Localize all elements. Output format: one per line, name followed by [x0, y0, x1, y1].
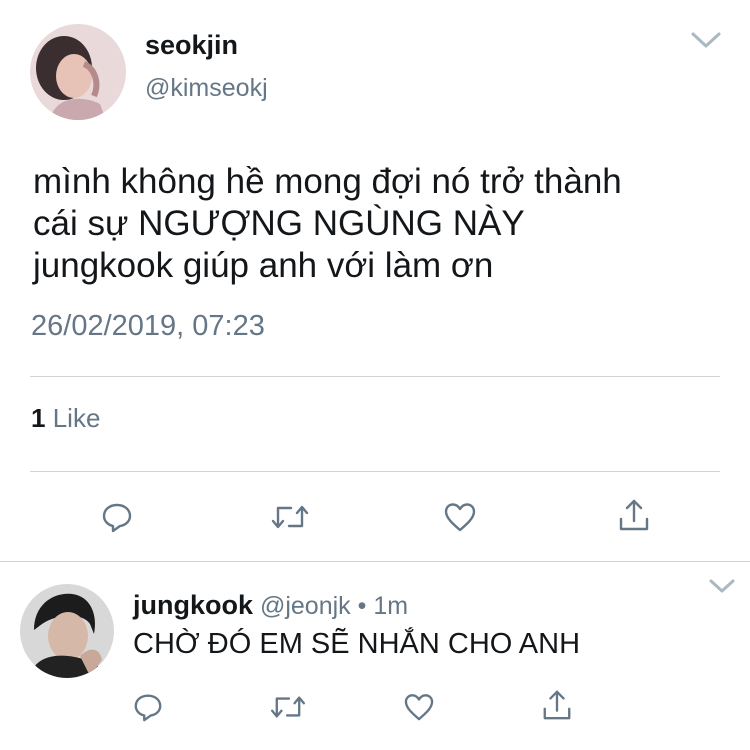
divider — [30, 471, 720, 472]
section-divider — [0, 561, 750, 562]
main-tweet-author-handle[interactable]: @kimseokj — [145, 74, 268, 103]
reply-author-name[interactable]: jungkook — [133, 590, 253, 620]
reply-text: CHỜ ĐÓ EM SẼ NHẮN CHO ANH — [133, 628, 581, 660]
heart-icon — [444, 503, 476, 532]
reply-time-ago[interactable]: 1m — [373, 592, 408, 620]
share-button[interactable] — [617, 497, 651, 533]
like-count-number: 1 — [31, 403, 46, 433]
heart-icon — [404, 694, 434, 721]
share-icon — [619, 499, 649, 531]
reply-button[interactable] — [100, 500, 134, 534]
reply-author-handle[interactable]: @jeonjk — [260, 592, 351, 620]
reply-header: jungkook @jeonjk • 1m — [133, 590, 408, 621]
main-tweet-avatar[interactable] — [30, 24, 126, 120]
like-count-label: Like — [52, 403, 101, 433]
main-tweet-author-name[interactable]: seokjin — [145, 30, 238, 61]
retweet-button[interactable] — [271, 502, 309, 532]
main-tweet-text: mình không hề mong đợi nó trở thành cái … — [33, 162, 622, 285]
chevron-down-icon[interactable] — [708, 578, 736, 594]
like-count[interactable]: 1 Like — [31, 403, 100, 434]
reply-avatar[interactable] — [20, 584, 114, 678]
reply-reply-button[interactable] — [132, 691, 164, 723]
reply-share-button[interactable] — [541, 688, 573, 722]
retweet-icon — [271, 505, 309, 529]
reply-retweet-button[interactable] — [270, 693, 306, 721]
reply-icon — [134, 694, 162, 722]
reply-like-button[interactable] — [403, 693, 435, 721]
main-tweet-timestamp[interactable]: 26/02/2019, 07:23 — [31, 310, 265, 343]
retweet-icon — [270, 696, 306, 718]
divider — [30, 376, 720, 377]
reply-separator: • — [357, 592, 367, 620]
chevron-down-icon[interactable] — [690, 30, 722, 50]
share-icon — [543, 690, 571, 720]
like-button[interactable] — [443, 502, 477, 532]
reply-icon — [102, 503, 132, 533]
